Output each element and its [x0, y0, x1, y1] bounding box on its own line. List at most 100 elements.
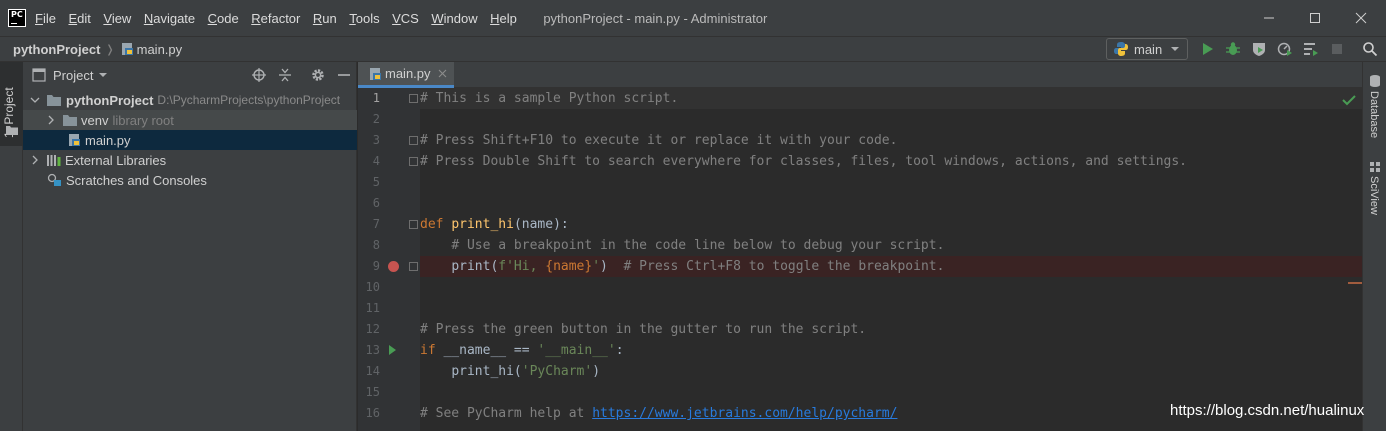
code-line-1[interactable]: # This is a sample Python script.	[420, 88, 678, 109]
sciview-tool-tab[interactable]: SciView	[1368, 176, 1380, 215]
breakpoint-icon[interactable]	[388, 261, 399, 272]
search-everywhere-button[interactable]	[1361, 40, 1379, 58]
maximize-icon	[1310, 13, 1320, 23]
profiler-icon	[1277, 42, 1292, 56]
menu-window[interactable]: Window	[431, 11, 477, 26]
library-icon	[47, 155, 61, 166]
line-number: 14	[365, 364, 380, 378]
navigation-bar: pythonProject ❭ main.py main	[0, 36, 1386, 62]
search-icon	[1363, 42, 1378, 57]
menu-help[interactable]: Help	[490, 11, 517, 26]
menu-edit[interactable]: Edit	[68, 11, 90, 26]
fold-marker-icon[interactable]	[409, 262, 418, 271]
close-tab-icon[interactable]	[438, 69, 447, 78]
menu-code[interactable]: Code	[208, 11, 239, 26]
line-number: 2	[372, 112, 380, 126]
menu-run[interactable]: Run	[313, 11, 337, 26]
scratches-icon	[47, 173, 61, 186]
minimize-icon	[338, 74, 350, 76]
code-line-14[interactable]: print_hi('PyCharm')	[420, 361, 600, 382]
project-tool-window-tab[interactable]: 1: Project	[0, 62, 23, 146]
python-logo-icon	[1114, 42, 1128, 56]
editor: main.py 1 2 3 4 5 6 7 8 9 10 11 12 13 14…	[358, 62, 1362, 431]
sciview-icon	[1370, 162, 1380, 172]
folder-icon	[63, 115, 77, 126]
menu-vcs[interactable]: VCS	[392, 11, 419, 26]
fold-marker-icon[interactable]	[409, 157, 418, 166]
locate-file-button[interactable]	[250, 66, 268, 84]
python-file-icon	[370, 67, 381, 80]
database-tool-tab[interactable]: Database	[1368, 91, 1380, 138]
code-line-16[interactable]: # See PyCharm help at https://www.jetbra…	[420, 403, 897, 424]
gear-icon	[312, 69, 324, 81]
line-number: 1	[372, 91, 380, 105]
chevron-right-icon[interactable]	[44, 115, 58, 125]
database-icon	[1370, 75, 1380, 87]
maximize-button[interactable]	[1292, 0, 1338, 36]
concurrency-diagram-button[interactable]	[1302, 40, 1320, 58]
line-number: 15	[365, 385, 380, 399]
collapse-all-button[interactable]	[276, 66, 294, 84]
run-button[interactable]	[1198, 40, 1216, 58]
tree-item-project-root[interactable]: pythonProject D:\PycharmProjects\pythonP…	[23, 90, 357, 110]
chevron-right-icon[interactable]	[28, 155, 42, 165]
debug-button[interactable]	[1224, 40, 1242, 58]
window-title: pythonProject - main.py - Administrator	[543, 10, 768, 26]
collapse-all-icon	[279, 68, 291, 82]
menu-file[interactable]: File	[35, 11, 56, 26]
tree-item-scratches[interactable]: Scratches and Consoles	[23, 170, 357, 190]
run-gutter-icon[interactable]	[389, 345, 396, 355]
fold-marker-icon[interactable]	[409, 220, 418, 229]
code-line-3[interactable]: # Press Shift+F10 to execute it or repla…	[420, 130, 897, 151]
run-configuration-selector[interactable]: main	[1106, 38, 1188, 60]
line-number: 12	[365, 322, 380, 336]
line-number: 3	[372, 133, 380, 147]
line-number: 13	[365, 343, 380, 357]
run-with-coverage-button[interactable]	[1250, 40, 1268, 58]
code-line-8[interactable]: # Use a breakpoint in the code line belo…	[420, 235, 944, 256]
menu-tools[interactable]: Tools	[349, 11, 379, 26]
fold-marker-icon[interactable]	[409, 136, 418, 145]
line-number: 16	[365, 406, 380, 420]
code-line-4[interactable]: # Press Double Shift to search everywher…	[420, 151, 1187, 172]
line-number: 8	[372, 238, 380, 252]
hide-panel-button[interactable]	[335, 66, 353, 84]
help-link[interactable]: https://www.jetbrains.com/help/pycharm/	[592, 406, 897, 421]
breadcrumb-file[interactable]: main.py	[137, 42, 183, 57]
project-panel-header: Project	[23, 62, 356, 88]
line-number: 5	[372, 175, 380, 189]
folder-icon	[47, 95, 61, 106]
menu-refactor[interactable]: Refactor	[251, 11, 300, 26]
editor-tab-main-py[interactable]: main.py	[358, 62, 454, 88]
project-settings-button[interactable]	[309, 66, 327, 84]
code-line-7[interactable]: def print_hi(name):	[420, 214, 569, 235]
chevron-down-icon[interactable]	[28, 95, 42, 105]
python-file-icon	[69, 134, 80, 146]
stop-button[interactable]	[1328, 40, 1346, 58]
bug-icon	[1226, 42, 1240, 55]
watermark-text: https://blog.csdn.net/hualinux	[1170, 402, 1365, 419]
breadcrumb-separator-icon: ❭	[105, 43, 115, 56]
menu-navigate[interactable]: Navigate	[144, 11, 195, 26]
project-tool-window: Project pythonProject D:\PycharmProjects…	[23, 62, 357, 431]
code-line-9[interactable]: print(f'Hi, {name}') # Press Ctrl+F8 to …	[420, 256, 944, 277]
checkmark-icon[interactable]	[1342, 94, 1356, 106]
code-line-12[interactable]: # Press the green button in the gutter t…	[420, 319, 866, 340]
code-line-13[interactable]: if __name__ == '__main__':	[420, 340, 624, 361]
tree-item-main-py[interactable]: main.py	[23, 130, 357, 150]
menu-view[interactable]: View	[103, 11, 131, 26]
coverage-icon	[1253, 43, 1265, 56]
project-view-selector[interactable]: Project	[53, 68, 93, 83]
profile-button[interactable]	[1276, 40, 1294, 58]
tree-item-venv[interactable]: venv library root	[23, 110, 357, 130]
error-stripe-marker[interactable]	[1348, 282, 1362, 284]
minimize-button[interactable]	[1246, 0, 1292, 36]
breadcrumb-project[interactable]: pythonProject	[13, 42, 100, 57]
chevron-down-icon	[99, 73, 108, 77]
folder-icon	[6, 126, 18, 135]
title-bar: PC File Edit View Navigate Code Refactor…	[0, 0, 1386, 36]
chevron-down-icon	[1171, 47, 1180, 51]
close-window-button[interactable]	[1338, 0, 1384, 36]
tree-item-external-libraries[interactable]: External Libraries	[23, 150, 357, 170]
fold-marker-icon[interactable]	[409, 94, 418, 103]
